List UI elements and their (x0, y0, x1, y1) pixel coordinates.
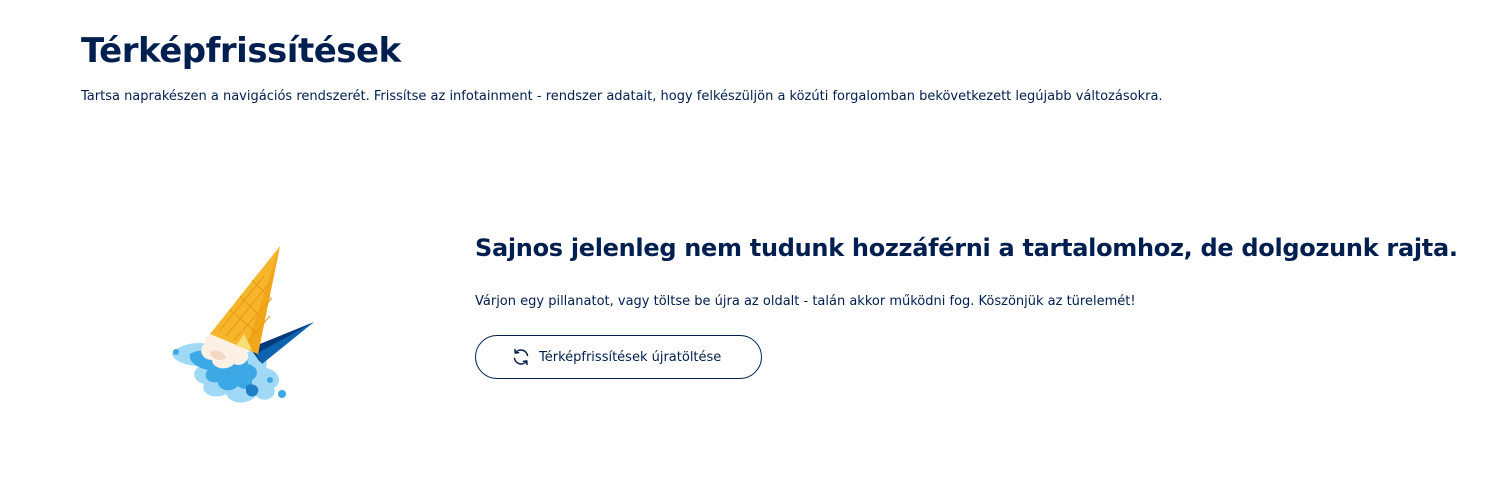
error-panel: Sajnos jelenleg nem tudunk hozzáférni a … (475, 226, 1475, 379)
page-title: Térképfrissítések (81, 31, 401, 71)
dropped-ice-cream-icon (160, 236, 330, 412)
reload-button[interactable]: Térképfrissítések újratöltése (475, 335, 762, 379)
refresh-icon (511, 347, 531, 367)
error-message: Várjon egy pillanatot, vagy töltse be új… (475, 294, 1136, 309)
page-description: Tartsa naprakészen a navigációs rendszer… (81, 89, 1163, 104)
reload-button-label: Térképfrissítések újratöltése (539, 349, 722, 365)
error-heading: Sajnos jelenleg nem tudunk hozzáférni a … (475, 234, 1458, 262)
page: Térképfrissítések Tartsa naprakészen a n… (0, 0, 1512, 486)
